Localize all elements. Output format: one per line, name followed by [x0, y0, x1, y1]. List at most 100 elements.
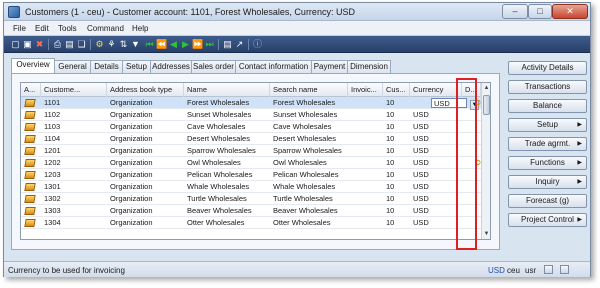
- tab-dimension[interactable]: Dimension: [347, 60, 391, 73]
- name-cell[interactable]: Otter Wholesales: [184, 217, 270, 229]
- address-book-type-cell[interactable]: Organization: [107, 193, 184, 205]
- address-book-type-cell[interactable]: Organization: [107, 169, 184, 181]
- functions-button[interactable]: Functions ▶: [508, 156, 587, 170]
- table-row[interactable]: 1203 Organization Pelican Wholesales Pelica…: [21, 169, 481, 181]
- save-icon[interactable]: ▣: [22, 39, 33, 50]
- table-row[interactable]: 1103 Organization Cave Wholesales Cave Whol…: [21, 121, 481, 133]
- currency-cell[interactable]: USD: [410, 145, 462, 157]
- search-name-cell[interactable]: Sparrow Wholesales: [270, 145, 348, 157]
- close-button[interactable]: ✕: [552, 4, 588, 19]
- go-to-main-table-icon[interactable]: ↗: [234, 39, 245, 50]
- search-name-cell[interactable]: Sunset Wholesales: [270, 109, 348, 121]
- advanced-filter-icon[interactable]: ⚘: [106, 39, 117, 50]
- print-preview-icon[interactable]: ▤: [64, 39, 75, 50]
- menu-tools[interactable]: Tools: [58, 24, 77, 33]
- currency-cell[interactable]: USD: [410, 157, 462, 169]
- inquiry-button[interactable]: Inquiry ▶: [508, 175, 587, 189]
- copy-icon[interactable]: ❏: [76, 39, 87, 50]
- tab-details[interactable]: Details: [90, 60, 123, 73]
- customer-group-cell[interactable]: 10: [383, 169, 410, 181]
- currency-cell[interactable]: USD: [410, 109, 462, 121]
- currency-cell[interactable]: USD: [410, 169, 462, 181]
- sort-icon[interactable]: ⇅: [118, 39, 129, 50]
- search-name-cell[interactable]: Turtle Wholesales: [270, 193, 348, 205]
- table-row[interactable]: 1302 Organization Turtle Wholesales Turtle …: [21, 193, 481, 205]
- tab-overview[interactable]: Overview: [11, 58, 55, 73]
- tab-addresses[interactable]: Addresses: [150, 60, 192, 73]
- name-cell[interactable]: Desert Wholesales: [184, 133, 270, 145]
- customer-account-cell[interactable]: 1103: [41, 121, 107, 133]
- status-currency[interactable]: USD: [488, 266, 505, 275]
- column-header-a[interactable]: A...: [21, 83, 41, 97]
- menu-edit[interactable]: Edit: [35, 24, 49, 33]
- activity-details-button[interactable]: Activity Details: [508, 61, 587, 75]
- next-record-icon[interactable]: ▶: [180, 39, 191, 50]
- delete-icon[interactable]: ✖: [34, 39, 45, 50]
- search-name-cell[interactable]: Whale Wholesales: [270, 181, 348, 193]
- maximize-button[interactable]: □: [528, 4, 552, 19]
- address-book-type-cell[interactable]: Organization: [107, 109, 184, 121]
- search-name-cell[interactable]: Desert Wholesales: [270, 133, 348, 145]
- name-cell[interactable]: Pelican Wholesales: [184, 169, 270, 181]
- currency-cell[interactable]: USD: [410, 133, 462, 145]
- status-notification-icon[interactable]: [544, 265, 553, 274]
- customer-group-cell[interactable]: 10: [383, 121, 410, 133]
- column-header-currency[interactable]: Currency: [410, 83, 462, 97]
- customer-account-cell[interactable]: 1302: [41, 193, 107, 205]
- search-name-cell[interactable]: Cave Wholesales: [270, 121, 348, 133]
- search-name-cell[interactable]: Pelican Wholesales: [270, 169, 348, 181]
- customer-account-cell[interactable]: 1102: [41, 109, 107, 121]
- search-name-cell[interactable]: Forest Wholesales: [270, 97, 348, 109]
- new-icon[interactable]: ▢: [10, 39, 21, 50]
- filter-icon[interactable]: ▼: [130, 39, 141, 50]
- column-header-name[interactable]: Name: [184, 83, 270, 97]
- menu-help[interactable]: Help: [132, 24, 148, 33]
- next-page-icon[interactable]: ⏩: [192, 39, 203, 50]
- tab-payment[interactable]: Payment: [311, 60, 348, 73]
- column-header-customer-account[interactable]: Custome...: [41, 83, 107, 97]
- address-book-type-cell[interactable]: Organization: [107, 97, 184, 109]
- print-icon[interactable]: ⎙: [52, 39, 63, 50]
- minimize-button[interactable]: –: [502, 4, 528, 19]
- previous-record-icon[interactable]: ◀: [168, 39, 179, 50]
- customer-account-cell[interactable]: 1203: [41, 169, 107, 181]
- name-cell[interactable]: Whale Wholesales: [184, 181, 270, 193]
- customer-account-cell[interactable]: 1101: [41, 97, 107, 109]
- menu-file[interactable]: File: [13, 24, 26, 33]
- scroll-thumb[interactable]: [483, 95, 490, 115]
- name-cell[interactable]: Beaver Wholesales: [184, 205, 270, 217]
- name-cell[interactable]: Owl Wholesales: [184, 157, 270, 169]
- setup-button[interactable]: Setup ▶: [508, 118, 587, 132]
- last-record-icon[interactable]: ⏭: [204, 39, 215, 50]
- column-header-invoice-account[interactable]: Invoic...: [348, 83, 383, 97]
- customer-account-cell[interactable]: 1104: [41, 133, 107, 145]
- customer-group-cell[interactable]: 10: [383, 97, 410, 109]
- customer-group-cell[interactable]: 10: [383, 133, 410, 145]
- transactions-button[interactable]: Transactions: [508, 80, 587, 94]
- table-row[interactable]: 1101 Organization Forest Wholesales Forest …: [21, 97, 482, 110]
- project-control-button[interactable]: Project Control ▶: [508, 213, 587, 227]
- grid-scrollbar[interactable]: ▲ ▼: [481, 83, 490, 239]
- table-row[interactable]: 1304 Organization Otter Wholesales Otter Wh…: [21, 217, 481, 229]
- forecast-button[interactable]: Forecast (g): [508, 194, 587, 208]
- search-name-cell[interactable]: Beaver Wholesales: [270, 205, 348, 217]
- tab-sales-order[interactable]: Sales order: [191, 60, 236, 73]
- currency-cell[interactable]: USD: [410, 181, 462, 193]
- address-book-type-cell[interactable]: Organization: [107, 121, 184, 133]
- menu-command[interactable]: Command: [87, 24, 124, 33]
- previous-page-icon[interactable]: ⏪: [156, 39, 167, 50]
- currency-cell[interactable]: USD: [410, 193, 462, 205]
- customer-group-cell[interactable]: 10: [383, 109, 410, 121]
- currency-cell[interactable]: USD: [410, 217, 462, 229]
- name-cell[interactable]: Cave Wholesales: [184, 121, 270, 133]
- table-row[interactable]: 1303 Organization Beaver Wholesales Beaver …: [21, 205, 481, 217]
- address-book-type-cell[interactable]: Organization: [107, 181, 184, 193]
- tab-setup[interactable]: Setup: [122, 60, 151, 73]
- customer-group-cell[interactable]: 10: [383, 181, 410, 193]
- status-company[interactable]: ceu: [507, 266, 520, 275]
- filter-by-selection-icon[interactable]: ⚙: [94, 39, 105, 50]
- address-book-type-cell[interactable]: Organization: [107, 157, 184, 169]
- scroll-up-icon[interactable]: ▲: [482, 83, 490, 93]
- address-book-type-cell[interactable]: Organization: [107, 145, 184, 157]
- table-row[interactable]: 1301 Organization Whale Wholesales Whale Wh…: [21, 181, 481, 193]
